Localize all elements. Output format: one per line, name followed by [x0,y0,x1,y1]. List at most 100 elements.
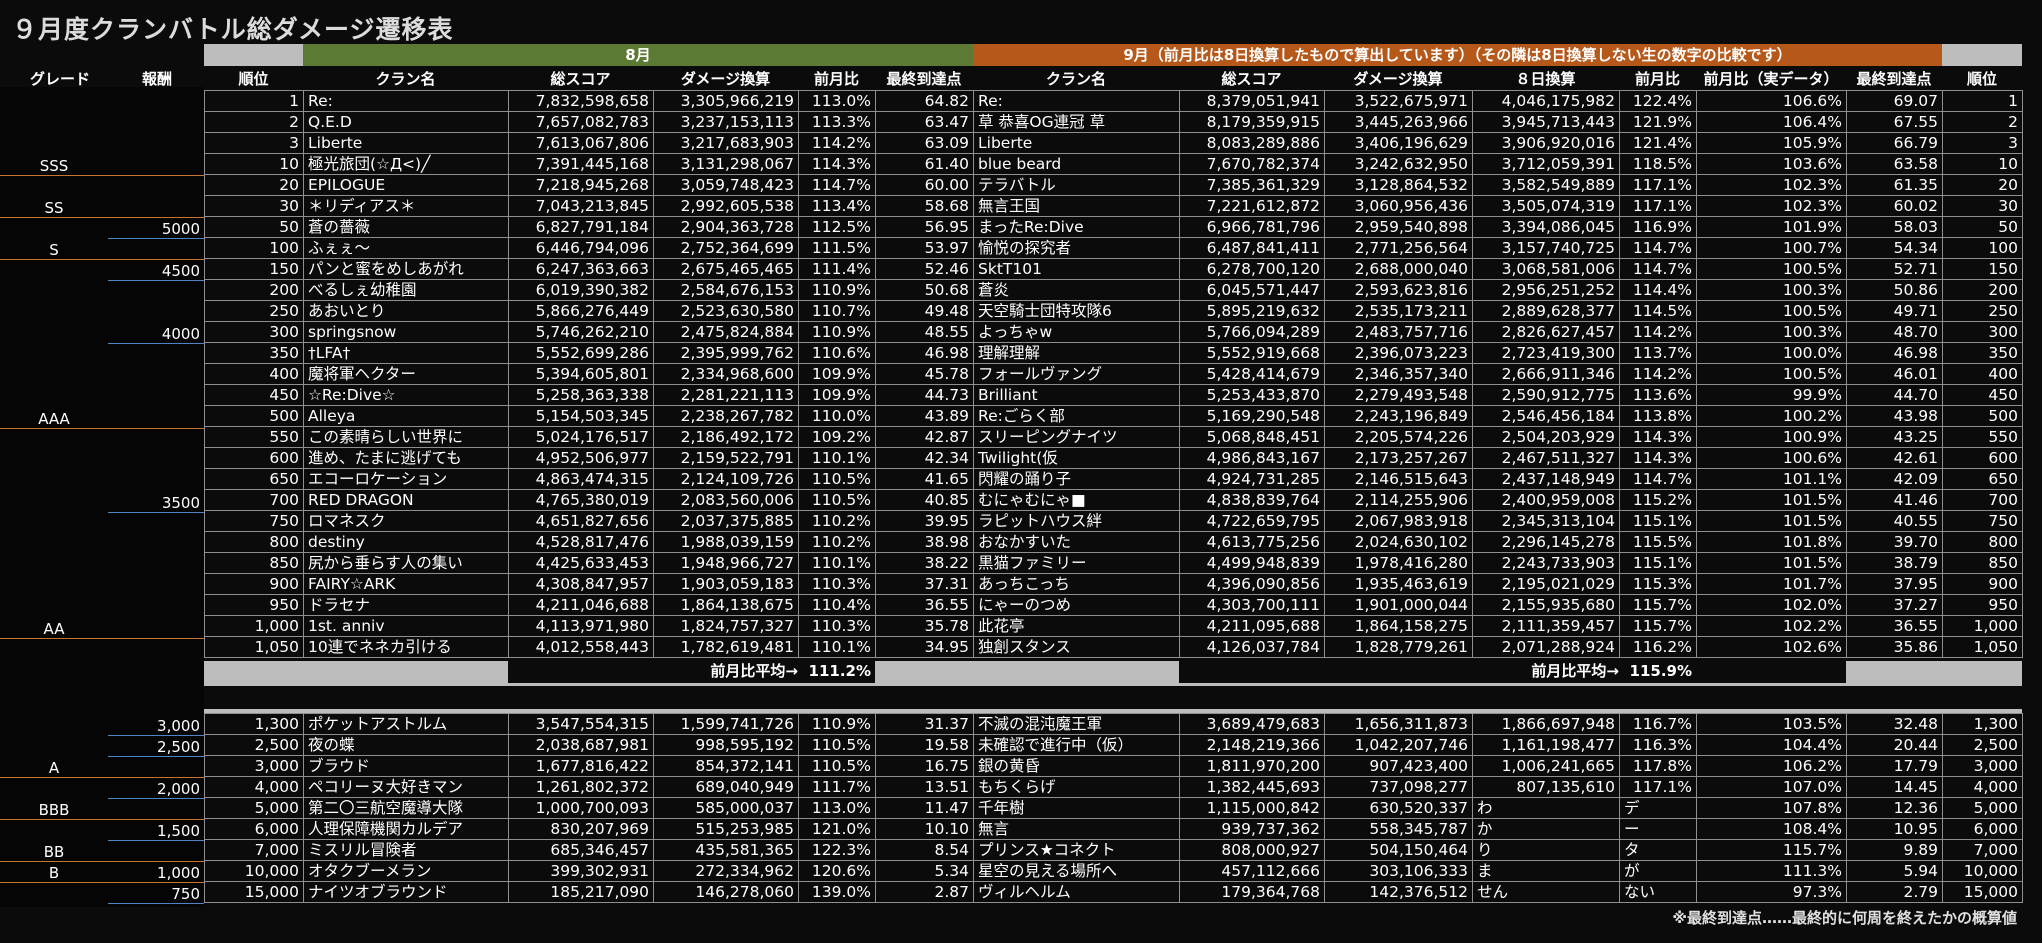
damage-sep-cell: 2,173,257,267 [1324,447,1473,469]
final-point-cell: 48.55 [875,321,974,343]
damage-sep-cell: 2,205,574,226 [1324,426,1473,448]
eight-day-sep-cell: 2,400,959,008 [1472,489,1620,511]
rank-cell: 4,000 [204,776,304,798]
clan-name-sep-cell: フォールヴァング [973,363,1180,385]
mom-cell: 110.9% [798,279,876,301]
final-point-sep-cell: 9.89 [1846,839,1943,861]
table-row: 700 RED DRAGON 4,765,380,019 2,083,560,006 1… [204,489,2023,511]
mom-sep-cell: 114.7% [1619,468,1697,490]
reward-divider [108,798,204,799]
rank-cell: 900 [204,573,304,595]
damage-sep-cell: 907,423,400 [1324,755,1473,777]
final-point-sep-cell: 39.70 [1846,531,1943,553]
damage-sep-cell: 2,067,983,918 [1324,510,1473,532]
clan-name-sep-cell: もちくらげ [973,776,1180,798]
final-point-sep-cell: 67.55 [1846,111,1943,133]
total-score-cell: 5,024,176,517 [508,426,654,448]
final-point-cell: 44.73 [875,384,974,406]
damage-cell: 1,948,966,727 [653,552,799,574]
mom-cell: 110.7% [798,300,876,322]
final-point-cell: 42.34 [875,447,974,469]
clan-name-cell: 夜の蝶 [303,734,509,756]
reward-4500: 4500 [161,262,200,280]
eight-day-sep-cell: 2,723,419,300 [1472,342,1620,364]
eight-day-sep-cell: わ [1472,797,1620,819]
mom-cell: 110.6% [798,342,876,364]
damage-sep-cell: 2,114,255,906 [1324,489,1473,511]
rank-cell: 950 [204,594,304,616]
eight-day-sep-cell: 2,345,313,104 [1472,510,1620,532]
total-score-cell: 830,207,969 [508,818,654,840]
mom-sep-cell: 114.5% [1619,300,1697,322]
rank-cell: 5,000 [204,797,304,819]
eight-day-sep-cell: 2,071,288,924 [1472,636,1620,658]
damage-sep-cell: 142,376,512 [1324,881,1473,903]
damage-cell: 2,675,465,465 [653,258,799,280]
total-score-sep-cell: 4,613,775,256 [1179,531,1325,553]
rank-cell: 600 [204,447,304,469]
september-band: 9月（前月比は8日換算したもので算出しています）（その隣は8日換算しない生の数字… [973,44,1942,66]
final-point-sep-cell: 43.98 [1846,405,1943,427]
eight-day-sep-cell: 4,046,175,982 [1472,90,1620,112]
mom-cell: 111.5% [798,237,876,259]
reward-divider [108,903,204,904]
mom-cell: 111.7% [798,776,876,798]
header-mom: 前月比 [813,70,859,88]
damage-sep-cell: 3,445,263,966 [1324,111,1473,133]
mom-sep-cell: 122.4% [1619,90,1697,112]
mom-cell: 110.5% [798,734,876,756]
header-final2: 最終到達点 [1856,70,1932,88]
mom-sep-cell: 114.2% [1619,363,1697,385]
damage-sep-cell: 2,959,540,898 [1324,216,1473,238]
damage-sep-cell: 1,978,416,280 [1324,552,1473,574]
rank-sep-cell: 500 [1942,405,2023,427]
rank-sep-cell: 550 [1942,426,2023,448]
rank-sep-cell: 5,000 [1942,797,2023,819]
reward-2000: 2,000 [157,780,200,798]
mom-real-sep-cell: 107.0% [1696,776,1847,798]
mom-cell: 110.4% [798,594,876,616]
clan-name-sep-cell: まったRe:Dive [973,216,1180,238]
total-score-sep-cell: 5,068,848,451 [1179,426,1325,448]
rank-sep-cell: 50 [1942,216,2023,238]
mom-real-sep-cell: 108.4% [1696,818,1847,840]
rank-sep-cell: 400 [1942,363,2023,385]
aug-average-label: 前月比平均→ [710,662,798,680]
total-score-cell: 5,258,363,338 [508,384,654,406]
rank-sep-cell: 900 [1942,573,2023,595]
mom-real-sep-cell: 102.3% [1696,174,1847,196]
final-point-sep-cell: 69.07 [1846,90,1943,112]
mom-cell: 120.6% [798,860,876,882]
total-score-sep-cell: 1,115,000,842 [1179,797,1325,819]
damage-cell: 1,903,059,183 [653,573,799,595]
clan-name-sep-cell: 愉悦の探究者 [973,237,1180,259]
header-rank2: 順位 [1966,70,1997,88]
mom-real-sep-cell: 100.5% [1696,363,1847,385]
reward-5000: 5000 [161,220,200,238]
total-score-sep-cell: 1,382,445,693 [1179,776,1325,798]
total-score-cell: 2,038,687,981 [508,734,654,756]
damage-cell: 2,159,522,791 [653,447,799,469]
eight-day-sep-cell: 2,590,912,775 [1472,384,1620,406]
rank-cell: 150 [204,258,304,280]
grade-divider [0,882,204,883]
mom-sep-cell: 117.8% [1619,755,1697,777]
damage-sep-cell: 3,060,956,436 [1324,195,1473,217]
clan-name-cell: †LFA† [303,342,509,364]
grade-divider [0,819,204,820]
reward-divider [108,280,204,281]
final-point-cell: 16.75 [875,755,974,777]
table-row: 950 ドラセナ 4,211,046,688 1,864,138,675 110.4% 3… [204,594,2023,616]
mom-real-sep-cell: 100.2% [1696,405,1847,427]
grade-bbb: BBB [38,801,70,819]
rank-band [204,44,303,66]
clan-name-sep-cell: Liberte [973,132,1180,154]
mom-real-sep-cell: 97.3% [1696,881,1847,903]
table-row: 900 FAIRY☆ARK 4,308,847,957 1,903,059,183 11… [204,573,2023,595]
clan-name-sep-cell: 草 恭喜OG連冠 草 [973,111,1180,133]
reward-divider [108,840,204,841]
mom-cell: 110.1% [798,552,876,574]
damage-sep-cell: 1,935,463,619 [1324,573,1473,595]
total-score-cell: 7,613,067,806 [508,132,654,154]
reward-3500: 3500 [161,494,200,512]
